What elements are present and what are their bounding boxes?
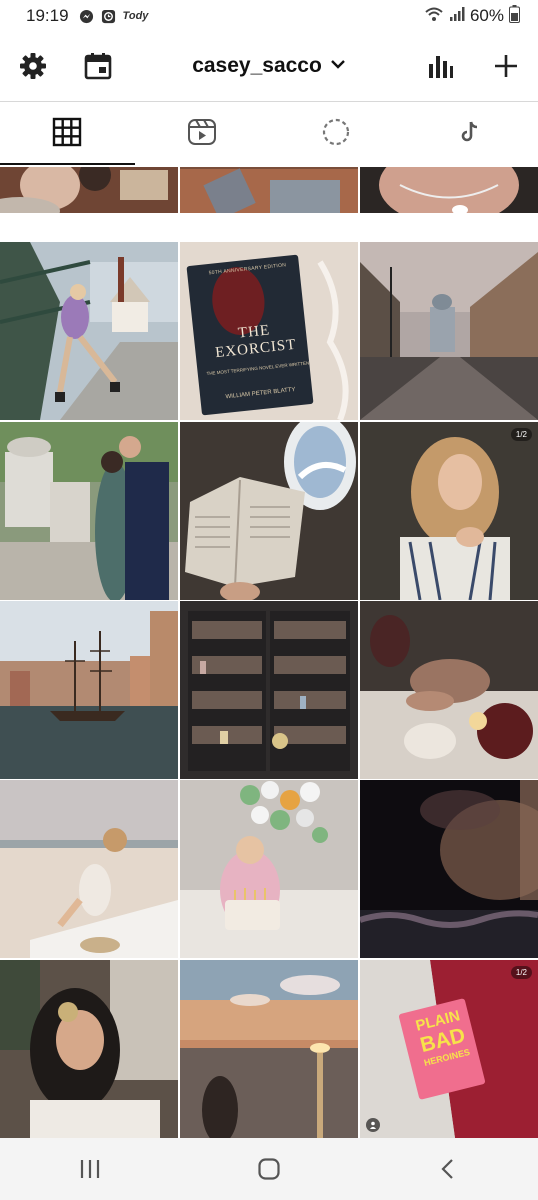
status-bar: 19:19 Tody 60% xyxy=(0,0,538,32)
reels-icon xyxy=(187,117,217,152)
battery-icon xyxy=(509,4,520,28)
post-image xyxy=(0,242,178,420)
post-image xyxy=(360,780,538,958)
insights-bar-chart-icon[interactable] xyxy=(424,50,456,82)
post-denim-cassette[interactable] xyxy=(180,167,358,213)
user-tag-icon xyxy=(366,1118,380,1132)
grid-icon xyxy=(52,117,82,152)
home-icon[interactable] xyxy=(239,1149,299,1189)
post-hands-coffee[interactable] xyxy=(0,167,178,213)
tody-app-label: Tody xyxy=(122,10,149,22)
post-exorcist-book[interactable]: 50TH ANNIVERSARY EDITION THE EXORCIST TH… xyxy=(180,242,358,420)
recent-apps-icon[interactable] xyxy=(60,1149,120,1189)
post-image xyxy=(360,422,538,600)
android-nav-bar xyxy=(0,1138,538,1200)
carousel-badge: 1/2 xyxy=(510,428,532,441)
post-harbor-ship[interactable] xyxy=(0,601,178,779)
post-plain-bad-heroines-pin[interactable]: PLAIN BAD HEROINES 1/2 xyxy=(360,960,538,1138)
post-image xyxy=(360,167,538,213)
post-image xyxy=(360,601,538,779)
profile-header: casey_sacco xyxy=(0,32,538,102)
chevron-down-icon xyxy=(330,57,346,75)
username: casey_sacco xyxy=(192,54,322,77)
post-image xyxy=(180,167,358,213)
add-plus-icon[interactable] xyxy=(490,50,522,82)
status-right: 60% xyxy=(424,4,520,28)
post-couple-kiss[interactable] xyxy=(0,422,178,600)
post-image xyxy=(0,960,178,1138)
tab-reels[interactable] xyxy=(135,103,270,165)
post-image xyxy=(360,242,538,420)
tab-loading[interactable] xyxy=(269,103,404,165)
post-sunset-sea[interactable] xyxy=(180,960,358,1138)
post-image xyxy=(0,601,178,779)
wifi-icon xyxy=(424,6,444,27)
post-image xyxy=(0,780,178,958)
post-airplane-book[interactable] xyxy=(180,422,358,600)
account-switcher[interactable]: casey_sacco xyxy=(0,54,538,78)
tiktok-icon xyxy=(458,119,484,150)
tab-tiktok[interactable] xyxy=(404,103,538,165)
loading-circle-icon xyxy=(321,117,351,152)
back-chevron-icon[interactable] xyxy=(418,1149,478,1189)
post-image xyxy=(180,780,358,958)
post-image xyxy=(180,960,358,1138)
post-bridge-girl[interactable] xyxy=(0,242,178,420)
carousel-badge: 1/2 xyxy=(510,966,532,979)
battery-percent: 60% xyxy=(469,6,504,25)
book-tagline: THE MOST TERRIFYING NOVEL EVER WRITTEN xyxy=(206,360,310,377)
clock-app-icon xyxy=(101,8,117,24)
post-necklace[interactable] xyxy=(360,167,538,213)
post-image xyxy=(0,422,178,600)
post-image xyxy=(180,601,358,779)
book-cover-text: 50TH ANNIVERSARY EDITION THE EXORCIST TH… xyxy=(195,261,312,402)
signal-icon xyxy=(449,6,465,27)
post-dinner-wine[interactable] xyxy=(360,601,538,779)
post-bookshelves[interactable] xyxy=(180,601,358,779)
post-beach-picnic[interactable] xyxy=(0,780,178,958)
post-sunglasses-selfie[interactable] xyxy=(0,960,178,1138)
book-title: THE EXORCIST xyxy=(214,322,298,362)
post-grid: 50TH ANNIVERSARY EDITION THE EXORCIST TH… xyxy=(0,167,538,1138)
messenger-icon xyxy=(79,8,95,24)
post-image xyxy=(0,167,178,213)
post-portrait-smile[interactable]: 1/2 xyxy=(360,422,538,600)
tab-grid[interactable] xyxy=(0,103,135,165)
content-tabs xyxy=(0,103,538,165)
post-image xyxy=(180,422,358,600)
post-birthday-cake[interactable] xyxy=(180,780,358,958)
status-time: 19:19 xyxy=(26,6,69,25)
post-city-street[interactable] xyxy=(360,242,538,420)
post-concert-confetti[interactable] xyxy=(360,780,538,958)
